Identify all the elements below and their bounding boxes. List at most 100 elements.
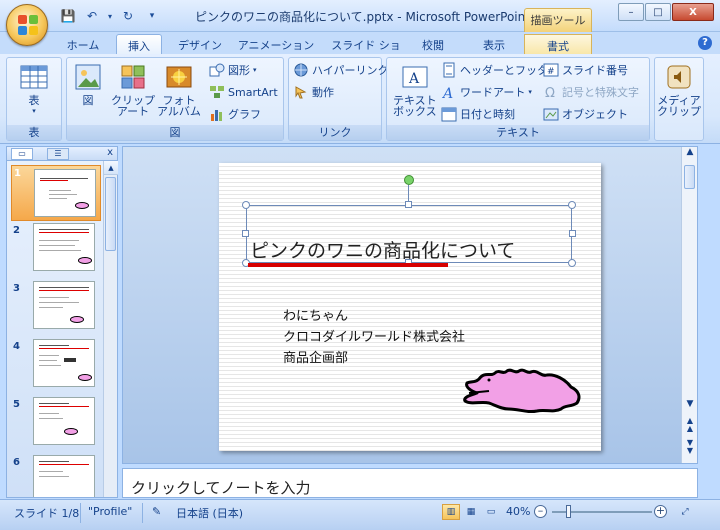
zoom-out-icon[interactable]: – bbox=[534, 505, 547, 518]
slide-thumbnail[interactable]: 5 bbox=[11, 397, 101, 453]
clipart-button[interactable]: クリップ アート bbox=[111, 62, 155, 117]
chevron-down-icon: ▾ bbox=[528, 88, 532, 96]
slide-preview bbox=[33, 223, 95, 271]
slide-thumbnail[interactable]: 1 bbox=[11, 165, 101, 221]
slide-title-text[interactable]: ピンクのワニの商品化について bbox=[250, 236, 515, 263]
close-button[interactable]: X bbox=[672, 3, 714, 21]
tab-slides-thumbnails[interactable]: ▭ bbox=[11, 148, 33, 160]
symbol-label: 記号と特殊文字 bbox=[562, 86, 639, 99]
chevron-down-icon: ▾ bbox=[253, 66, 257, 74]
slides-pane-scrollbar[interactable]: ▲ bbox=[103, 161, 118, 497]
svg-text:A: A bbox=[441, 86, 453, 100]
shapes-button[interactable]: 図形 ▾ bbox=[209, 62, 257, 78]
hyperlink-button[interactable]: ハイパーリンク bbox=[293, 62, 389, 78]
notes-pane[interactable]: クリックしてノートを入力 bbox=[122, 468, 698, 498]
action-button[interactable]: 動作 bbox=[293, 84, 334, 100]
chevron-down-icon: ▾ bbox=[32, 107, 36, 115]
object-button[interactable]: オブジェクト bbox=[543, 106, 628, 122]
help-icon[interactable]: ? bbox=[698, 36, 712, 50]
tab-home[interactable]: ホーム bbox=[60, 34, 106, 55]
textbox-label-2: ボックス bbox=[393, 105, 437, 118]
subtitle-block[interactable]: わにちゃん クロコダイルワールド株式会社 商品企画部 bbox=[283, 306, 465, 369]
resize-handle[interactable] bbox=[242, 230, 249, 237]
ribbon-tabs: ホーム 挿入 デザイン アニメーション スライド ショー 校閲 表示 書式 bbox=[0, 32, 720, 68]
tab-animation[interactable]: アニメーション bbox=[236, 34, 316, 55]
tab-format[interactable]: 書式 bbox=[524, 34, 592, 55]
minimize-button[interactable]: – bbox=[618, 3, 644, 21]
undo-dropdown-icon[interactable]: ▾ bbox=[106, 7, 114, 25]
slide-thumbnail[interactable]: 3 bbox=[11, 281, 101, 337]
photo-album-button[interactable]: フォト アルバム bbox=[157, 62, 201, 117]
slide-thumbnail[interactable]: 6 bbox=[11, 455, 101, 497]
pink-crocodile-image[interactable] bbox=[461, 365, 585, 417]
normal-view-button[interactable]: ▥ bbox=[442, 504, 460, 520]
tab-outline[interactable]: ☰ bbox=[47, 148, 69, 160]
table-button[interactable]: 表 ▾ bbox=[19, 62, 49, 117]
scroll-up-icon[interactable]: ▲ bbox=[683, 147, 697, 161]
drawing-tools-header: 描画ツール bbox=[524, 8, 592, 32]
object-label: オブジェクト bbox=[562, 108, 628, 121]
maximize-button[interactable]: □ bbox=[645, 3, 671, 21]
resize-handle[interactable] bbox=[568, 201, 576, 209]
slide-preview bbox=[33, 281, 95, 329]
language-status[interactable]: 日本語 (日本) bbox=[176, 505, 243, 521]
resize-handle[interactable] bbox=[242, 201, 250, 209]
slide-preview bbox=[33, 397, 95, 445]
resize-handle[interactable] bbox=[568, 259, 576, 267]
tab-slideshow[interactable]: スライド ショー bbox=[326, 34, 406, 68]
chart-button[interactable]: グラフ bbox=[209, 106, 261, 122]
slide-thumbnail[interactable]: 4 bbox=[11, 339, 101, 395]
action-icon bbox=[293, 84, 309, 100]
theme-name: "Profile" bbox=[88, 505, 133, 518]
current-slide[interactable]: ピンクのワニの商品化について わにちゃん クロコダイルワールド株式会社 商品企画… bbox=[219, 163, 601, 451]
svg-text:#: # bbox=[547, 67, 555, 77]
tab-insert[interactable]: 挿入 bbox=[116, 34, 162, 55]
shapes-icon bbox=[209, 62, 225, 78]
group-label-image: 図 bbox=[67, 125, 283, 140]
group-label-text: テキスト bbox=[387, 125, 649, 140]
zoom-in-icon[interactable]: + bbox=[654, 505, 667, 518]
media-clip-button[interactable]: メディア クリップ bbox=[655, 62, 703, 117]
scrollbar-thumb[interactable] bbox=[684, 165, 695, 189]
save-icon[interactable]: 💾 bbox=[58, 7, 78, 25]
next-slide-icon[interactable]: ▼ ▼ bbox=[683, 439, 697, 455]
slide-number-label: スライド番号 bbox=[562, 64, 628, 77]
redo-icon[interactable]: ↻ bbox=[118, 7, 138, 25]
scroll-up-icon[interactable]: ▲ bbox=[104, 161, 118, 175]
office-button[interactable] bbox=[6, 4, 48, 46]
resize-handle[interactable] bbox=[569, 230, 576, 237]
symbol-button[interactable]: Ω 記号と特殊文字 bbox=[543, 84, 639, 101]
zoom-slider-thumb[interactable] bbox=[566, 505, 571, 518]
customize-qat-icon[interactable]: ▾ bbox=[142, 7, 162, 25]
tab-view[interactable]: 表示 bbox=[474, 34, 514, 55]
zoom-level[interactable]: 40% bbox=[506, 505, 530, 518]
scrollbar-thumb[interactable] bbox=[105, 177, 116, 251]
subtitle-line: クロコダイルワールド株式会社 bbox=[283, 330, 466, 345]
undo-icon[interactable]: ↶ bbox=[82, 7, 102, 25]
slide-number-button[interactable]: # スライド番号 bbox=[543, 62, 628, 78]
close-pane-icon[interactable]: x bbox=[107, 147, 113, 158]
previous-slide-icon[interactable]: ▲ ▲ bbox=[683, 417, 697, 433]
textbox-button[interactable]: A テキスト ボックス bbox=[393, 62, 437, 117]
slide-scrollbar[interactable]: ▲ ▼ ▲ ▲ ▼ ▼ bbox=[681, 147, 697, 463]
slide-thumbnail[interactable]: 2 bbox=[11, 223, 101, 279]
chart-label: グラフ bbox=[228, 108, 261, 121]
slideshow-button[interactable]: ▭ bbox=[482, 504, 500, 520]
wordart-button[interactable]: A ワードアート ▾ bbox=[441, 84, 532, 102]
group-image: 図 クリップ アート フォト アルバム 図形 ▾ SmartArt グラフ 図 bbox=[66, 57, 284, 141]
wordart-icon: A bbox=[441, 84, 457, 102]
picture-button[interactable]: 図 bbox=[73, 62, 103, 106]
notes-placeholder[interactable]: クリックしてノートを入力 bbox=[131, 477, 311, 498]
tab-review[interactable]: 校閲 bbox=[416, 34, 450, 55]
spellcheck-icon[interactable]: ✎ bbox=[152, 505, 161, 518]
fit-to-window-icon[interactable]: ⤢ bbox=[676, 504, 694, 520]
header-footer-button[interactable]: ヘッダーとフッター bbox=[441, 62, 559, 78]
rotation-handle[interactable] bbox=[404, 175, 414, 185]
datetime-button[interactable]: 日付と時刻 bbox=[441, 106, 515, 122]
slide-number: 2 bbox=[13, 225, 20, 236]
smartart-button[interactable]: SmartArt bbox=[209, 84, 278, 100]
scroll-down-icon[interactable]: ▼ bbox=[683, 399, 697, 413]
tab-design[interactable]: デザイン bbox=[172, 34, 228, 55]
slide-sorter-button[interactable]: ▦ bbox=[462, 504, 480, 520]
resize-handle[interactable] bbox=[405, 201, 412, 208]
